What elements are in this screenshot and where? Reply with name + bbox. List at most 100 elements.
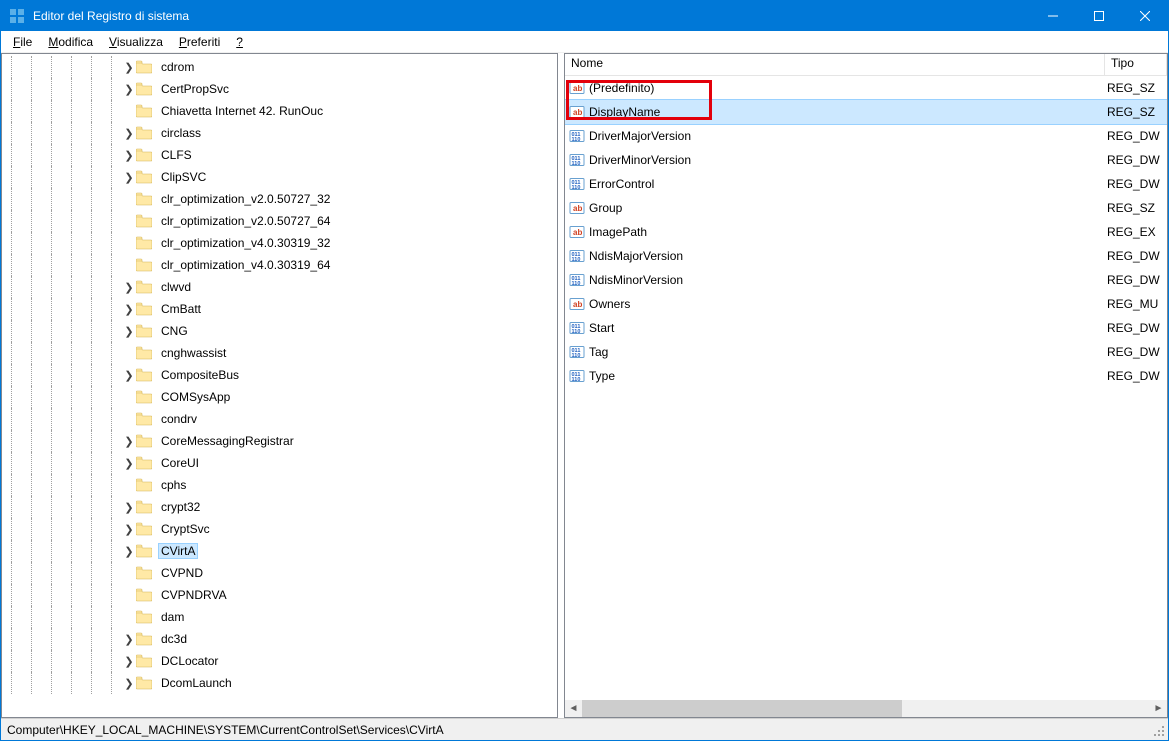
value-row[interactable]: 011110ErrorControlREG_DW <box>565 172 1167 196</box>
menu-file[interactable]: File <box>5 33 40 51</box>
tree-item[interactable]: ❯clwvd <box>2 276 557 298</box>
menu-preferiti[interactable]: Preferiti <box>171 33 228 51</box>
tree-item[interactable]: ❯CLFS <box>2 144 557 166</box>
col-header-type[interactable]: Tipo <box>1105 54 1167 75</box>
value-name: NdisMinorVersion <box>589 273 683 287</box>
svg-text:ab: ab <box>573 84 582 93</box>
horizontal-scrollbar[interactable]: ◄ ► <box>565 700 1167 717</box>
tree-item[interactable]: clr_optimization_v2.0.50727_64 <box>2 210 557 232</box>
svg-text:110: 110 <box>572 161 581 167</box>
expand-glyph-icon[interactable]: ❯ <box>122 457 136 470</box>
tree-item[interactable]: ❯CmBatt <box>2 298 557 320</box>
expand-glyph-icon[interactable]: ❯ <box>122 655 136 668</box>
expand-glyph-icon[interactable]: ❯ <box>122 127 136 140</box>
tree-item[interactable]: CVPND <box>2 562 557 584</box>
value-name: Group <box>589 201 622 215</box>
tree-item[interactable]: Chiavetta Internet 42. RunOuc <box>2 100 557 122</box>
expand-glyph-icon[interactable]: ❯ <box>122 149 136 162</box>
tree-item[interactable]: COMSysApp <box>2 386 557 408</box>
menu-visualizza[interactable]: Visualizza <box>101 33 171 51</box>
expand-glyph-icon[interactable]: ❯ <box>122 369 136 382</box>
expand-glyph-icon[interactable]: ❯ <box>122 281 136 294</box>
tree-item[interactable]: ❯DcomLaunch <box>2 672 557 694</box>
scroll-left-button[interactable]: ◄ <box>565 700 582 717</box>
minimize-button[interactable] <box>1030 1 1076 31</box>
tree-item[interactable]: ❯CoreMessagingRegistrar <box>2 430 557 452</box>
scroll-thumb[interactable] <box>582 700 902 717</box>
scroll-track[interactable] <box>582 700 1150 717</box>
tree-item[interactable]: ❯DCLocator <box>2 650 557 672</box>
tree-item[interactable]: clr_optimization_v2.0.50727_32 <box>2 188 557 210</box>
expand-glyph-icon[interactable]: ❯ <box>122 435 136 448</box>
value-row[interactable]: 011110DriverMinorVersionREG_DW <box>565 148 1167 172</box>
expand-glyph-icon[interactable]: ❯ <box>122 501 136 514</box>
value-row[interactable]: abImagePathREG_EX <box>565 220 1167 244</box>
tree-item[interactable]: clr_optimization_v4.0.30319_64 <box>2 254 557 276</box>
value-row[interactable]: abGroupREG_SZ <box>565 196 1167 220</box>
value-type: REG_DW <box>1105 369 1167 383</box>
registry-tree[interactable]: ❯cdrom❯CertPropSvcChiavetta Internet 42.… <box>2 54 557 717</box>
folder-icon <box>136 148 152 162</box>
expand-glyph-icon[interactable]: ❯ <box>122 171 136 184</box>
close-button[interactable] <box>1122 1 1168 31</box>
tree-item[interactable]: ❯cdrom <box>2 56 557 78</box>
value-type: REG_DW <box>1105 249 1167 263</box>
value-name: (Predefinito) <box>589 81 654 95</box>
value-row[interactable]: ab(Predefinito)REG_SZ <box>565 76 1167 100</box>
tree-item[interactable]: ❯ClipSVC <box>2 166 557 188</box>
tree-item[interactable]: ❯CoreUI <box>2 452 557 474</box>
tree-item[interactable]: condrv <box>2 408 557 430</box>
tree-item[interactable]: ❯CVirtA <box>2 540 557 562</box>
values-header[interactable]: Nome Tipo <box>565 54 1167 76</box>
maximize-button[interactable] <box>1076 1 1122 31</box>
tree-item[interactable]: ❯CNG <box>2 320 557 342</box>
value-name: ErrorControl <box>589 177 654 191</box>
value-row[interactable]: 011110TagREG_DW <box>565 340 1167 364</box>
value-row[interactable]: abOwnersREG_MU <box>565 292 1167 316</box>
scroll-right-button[interactable]: ► <box>1150 700 1167 717</box>
tree-item[interactable]: ❯crypt32 <box>2 496 557 518</box>
value-row[interactable]: 011110StartREG_DW <box>565 316 1167 340</box>
tree-item[interactable]: ❯CertPropSvc <box>2 78 557 100</box>
expand-glyph-icon[interactable]: ❯ <box>122 545 136 558</box>
titlebar[interactable]: Editor del Registro di sistema <box>1 1 1168 31</box>
expand-glyph-icon[interactable]: ❯ <box>122 83 136 96</box>
value-row[interactable]: 011110NdisMajorVersionREG_DW <box>565 244 1167 268</box>
tree-item[interactable]: dam <box>2 606 557 628</box>
tree-item[interactable]: ❯ CryptSvc <box>2 518 557 540</box>
svg-text:ab: ab <box>573 300 582 309</box>
values-list[interactable]: ab (Predefinito) REG_SZ abDisplayNameREG_SZ… <box>565 76 1167 700</box>
reg-string-icon: ab <box>569 80 585 96</box>
value-row[interactable]: 011110NdisMinorVersionREG_DW <box>565 268 1167 292</box>
tree-item-label: CompositeBus <box>158 367 242 383</box>
folder-icon <box>136 610 152 624</box>
value-row[interactable]: abDisplayNameREG_SZ <box>565 100 1167 124</box>
resize-grip-icon[interactable] <box>1152 724 1166 738</box>
window-title: Editor del Registro di sistema <box>33 9 1030 23</box>
value-type: REG_SZ <box>1105 201 1167 215</box>
expand-glyph-icon[interactable]: ❯ <box>122 677 136 690</box>
expand-glyph-icon[interactable]: ❯ <box>122 303 136 316</box>
tree-item[interactable]: ❯dc3d <box>2 628 557 650</box>
svg-text:110: 110 <box>572 185 581 191</box>
menu-modifica[interactable]: Modifica <box>40 33 101 51</box>
expand-glyph-icon[interactable]: ❯ <box>122 523 136 536</box>
tree-item-label: CryptSvc <box>158 521 213 537</box>
expand-glyph-icon[interactable]: ❯ <box>122 325 136 338</box>
tree-item[interactable]: ❯ CompositeBus <box>2 364 557 386</box>
tree-item-label: dam <box>158 609 187 625</box>
value-row[interactable]: 011110TypeREG_DW <box>565 364 1167 388</box>
col-header-name[interactable]: Nome <box>565 54 1105 75</box>
value-name: DriverMajorVersion <box>589 129 691 143</box>
folder-icon <box>136 214 152 228</box>
tree-item[interactable]: cphs <box>2 474 557 496</box>
tree-item[interactable]: CVPNDRVA <box>2 584 557 606</box>
folder-icon <box>136 632 152 646</box>
tree-item[interactable]: cnghwassist <box>2 342 557 364</box>
expand-glyph-icon[interactable]: ❯ <box>122 633 136 646</box>
tree-item[interactable]: clr_optimization_v4.0.30319_32 <box>2 232 557 254</box>
tree-item[interactable]: ❯circlass <box>2 122 557 144</box>
value-row[interactable]: 011110DriverMajorVersionREG_DW <box>565 124 1167 148</box>
expand-glyph-icon[interactable]: ❯ <box>122 61 136 74</box>
menu-?[interactable]: ? <box>228 33 251 51</box>
